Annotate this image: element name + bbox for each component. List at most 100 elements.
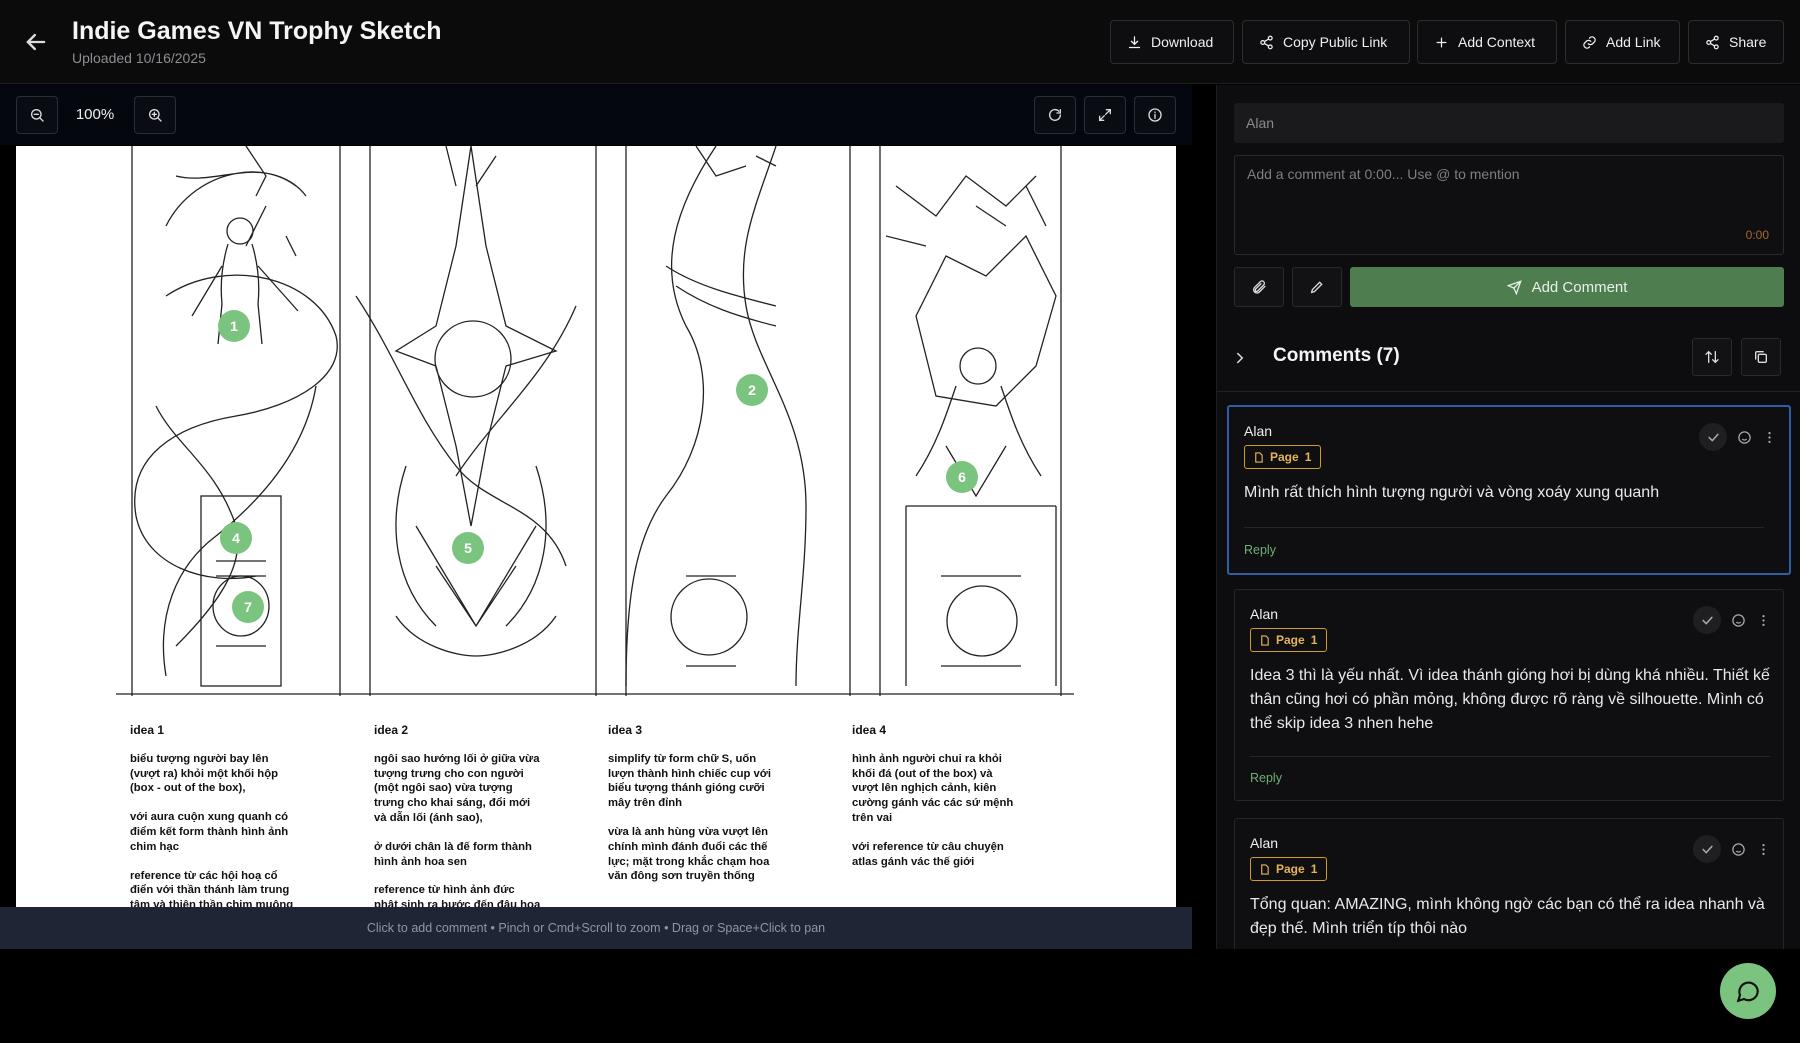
viewer-toolbar: 100%: [0, 85, 1192, 145]
comment-author: Alan: [1250, 835, 1279, 851]
resolve-check-icon[interactable]: [1693, 606, 1721, 634]
plus-icon: [1436, 37, 1447, 47]
share-button[interactable]: Share: [1688, 20, 1784, 64]
reply-link[interactable]: Reply: [1244, 543, 1276, 557]
comment-actions: [1693, 835, 1771, 863]
comment-card[interactable]: Alan Page 1 Tổng quan: AMAZING, mình khô…: [1234, 818, 1784, 949]
comment-text: Tổng quan: AMAZING, mình không ngờ các b…: [1250, 896, 1765, 937]
sort-icon: [1705, 350, 1719, 364]
add-context-label: Add Context: [1458, 34, 1536, 50]
resolve-check-icon[interactable]: [1699, 423, 1727, 451]
zoom-in-button[interactable]: [134, 96, 176, 134]
comment-placeholder: Add a comment at 0:00... Use @ to mentio…: [1247, 166, 1520, 182]
page-badge[interactable]: Page 1: [1244, 445, 1322, 469]
add-link-button[interactable]: Add Link: [1565, 20, 1680, 64]
copy-public-link-button[interactable]: Copy Public Link: [1242, 20, 1410, 64]
top-bar: Indie Games VN Trophy Sketch Uploaded 10…: [0, 0, 1800, 84]
comments-header: Comments (7): [1273, 345, 1400, 366]
info-button[interactable]: [1134, 96, 1176, 134]
idea-description: idea 1 biểu tượng người bay lên (vượt ra…: [130, 723, 340, 907]
trophy-sketch-image[interactable]: 1 2 4 5 6 7 idea 1 biểu tượng người bay …: [16, 146, 1176, 907]
idea-paragraph: vừa là anh hùng vừa vượt lên chính mình …: [608, 825, 770, 883]
page-badge[interactable]: Page 1: [1250, 628, 1328, 652]
comment-author: Alan: [1250, 606, 1279, 622]
reply-link[interactable]: Reply: [1250, 771, 1282, 785]
idea-paragraph: ở dưới chân là đế form thành hình ảnh ho…: [374, 840, 532, 868]
comment-text: Mình rất thích hình tượng người và vòng …: [1244, 484, 1660, 501]
comment-card[interactable]: Alan Page 1 Mình rất thích hình tượng ng…: [1227, 405, 1791, 575]
comment-marker[interactable]: 6: [946, 461, 978, 493]
info-icon: [1148, 108, 1162, 122]
comment-text: Idea 3 thì là yếu nhất. Vì idea thánh gi…: [1250, 667, 1770, 732]
resolve-check-icon[interactable]: [1693, 835, 1721, 863]
comment-author: Alan: [1244, 423, 1273, 439]
emoji-icon[interactable]: [1737, 430, 1752, 445]
zoom-out-button[interactable]: [16, 96, 58, 134]
divider: [1217, 391, 1800, 392]
name-field[interactable]: Alan: [1234, 103, 1784, 143]
page-number: 1: [1310, 862, 1318, 876]
share-nodes-icon: [1260, 35, 1273, 49]
chat-bubble-icon: [1736, 981, 1759, 1003]
comment-marker[interactable]: 1: [218, 310, 250, 342]
expand-icon: [1099, 109, 1111, 121]
emoji-icon[interactable]: [1731, 842, 1746, 857]
timestamp-label: 0:00: [1745, 228, 1769, 242]
chevron-right-icon[interactable]: [1231, 349, 1249, 367]
upload-date: Uploaded 10/16/2025: [72, 50, 206, 66]
fullscreen-button[interactable]: [1084, 96, 1126, 134]
idea-title: idea 4: [852, 723, 887, 737]
pencil-icon: [1310, 281, 1323, 294]
more-vertical-icon[interactable]: [1756, 842, 1771, 857]
page-label: Page: [1270, 450, 1299, 464]
idea-paragraph: ngôi sao hướng lối ở giữa vừa tượng trưn…: [374, 752, 540, 824]
emoji-icon[interactable]: [1731, 613, 1746, 628]
idea-title: idea 3: [608, 723, 643, 737]
idea-paragraph: biểu tượng người bay lên (vượt ra) khỏi …: [130, 752, 279, 795]
add-comment-button[interactable]: Add Comment: [1350, 267, 1784, 307]
idea-paragraph: với reference từ câu chuyện atlas gánh v…: [852, 840, 1004, 868]
idea-paragraph: simplify từ form chữ S, uốn lượn thành h…: [608, 752, 771, 810]
link-icon: [1583, 35, 1596, 49]
comment-card[interactable]: Alan Page 1 Idea 3 thì là yếu nhất. Vì i…: [1234, 589, 1784, 801]
reset-view-button[interactable]: [1034, 96, 1076, 134]
idea-description: idea 2 ngôi sao hướng lối ở giữa vừa tượ…: [374, 723, 584, 907]
comment-marker[interactable]: 2: [736, 374, 768, 406]
draw-button[interactable]: [1292, 267, 1342, 307]
more-vertical-icon[interactable]: [1762, 430, 1777, 445]
copy-comments-button[interactable]: [1741, 338, 1781, 376]
page-icon: [1261, 863, 1269, 875]
idea-paragraph: reference từ hình ảnh đức phật sinh ra b…: [374, 884, 541, 907]
download-icon: [1128, 35, 1141, 48]
comment-actions: [1699, 423, 1777, 451]
idea-paragraph: hình ảnh người chui ra khỏi khối đá (out…: [852, 752, 1014, 824]
more-vertical-icon[interactable]: [1756, 613, 1771, 628]
comment-actions: [1693, 606, 1771, 634]
image-viewer: 100% 1 2 4 5 6 7 idea 1 biểu tượng người…: [0, 85, 1192, 949]
send-icon: [1506, 279, 1522, 295]
copy-link-label: Copy Public Link: [1283, 34, 1388, 50]
add-context-button[interactable]: Add Context: [1417, 20, 1557, 64]
paperclip-icon: [1253, 280, 1266, 294]
page-title: Indie Games VN Trophy Sketch: [72, 17, 442, 45]
comment-marker[interactable]: 5: [452, 532, 484, 564]
back-arrow-icon[interactable]: [22, 28, 50, 56]
page-icon: [1255, 451, 1263, 463]
page-label: Page: [1276, 862, 1305, 876]
idea-description: idea 4 hình ảnh người chui ra khỏi khối …: [852, 723, 1062, 883]
comment-marker[interactable]: 7: [232, 591, 264, 623]
comments-panel: Alan Add a comment at 0:00... Use @ to m…: [1216, 85, 1800, 949]
viewer-hint: Click to add comment • Pinch or Cmd+Scro…: [0, 907, 1192, 949]
download-label: Download: [1151, 34, 1214, 50]
sort-button[interactable]: [1692, 338, 1732, 376]
attach-button[interactable]: [1234, 267, 1284, 307]
share-icon: [1706, 35, 1719, 49]
page-badge[interactable]: Page 1: [1250, 857, 1328, 881]
chat-button[interactable]: [1720, 963, 1776, 1019]
comment-input[interactable]: Add a comment at 0:00... Use @ to mentio…: [1234, 155, 1784, 255]
add-link-label: Add Link: [1606, 34, 1661, 50]
comment-marker[interactable]: 4: [220, 522, 252, 554]
zoom-level: 100%: [75, 106, 115, 123]
idea-title: idea 1: [130, 723, 165, 737]
download-button[interactable]: Download: [1110, 20, 1234, 64]
